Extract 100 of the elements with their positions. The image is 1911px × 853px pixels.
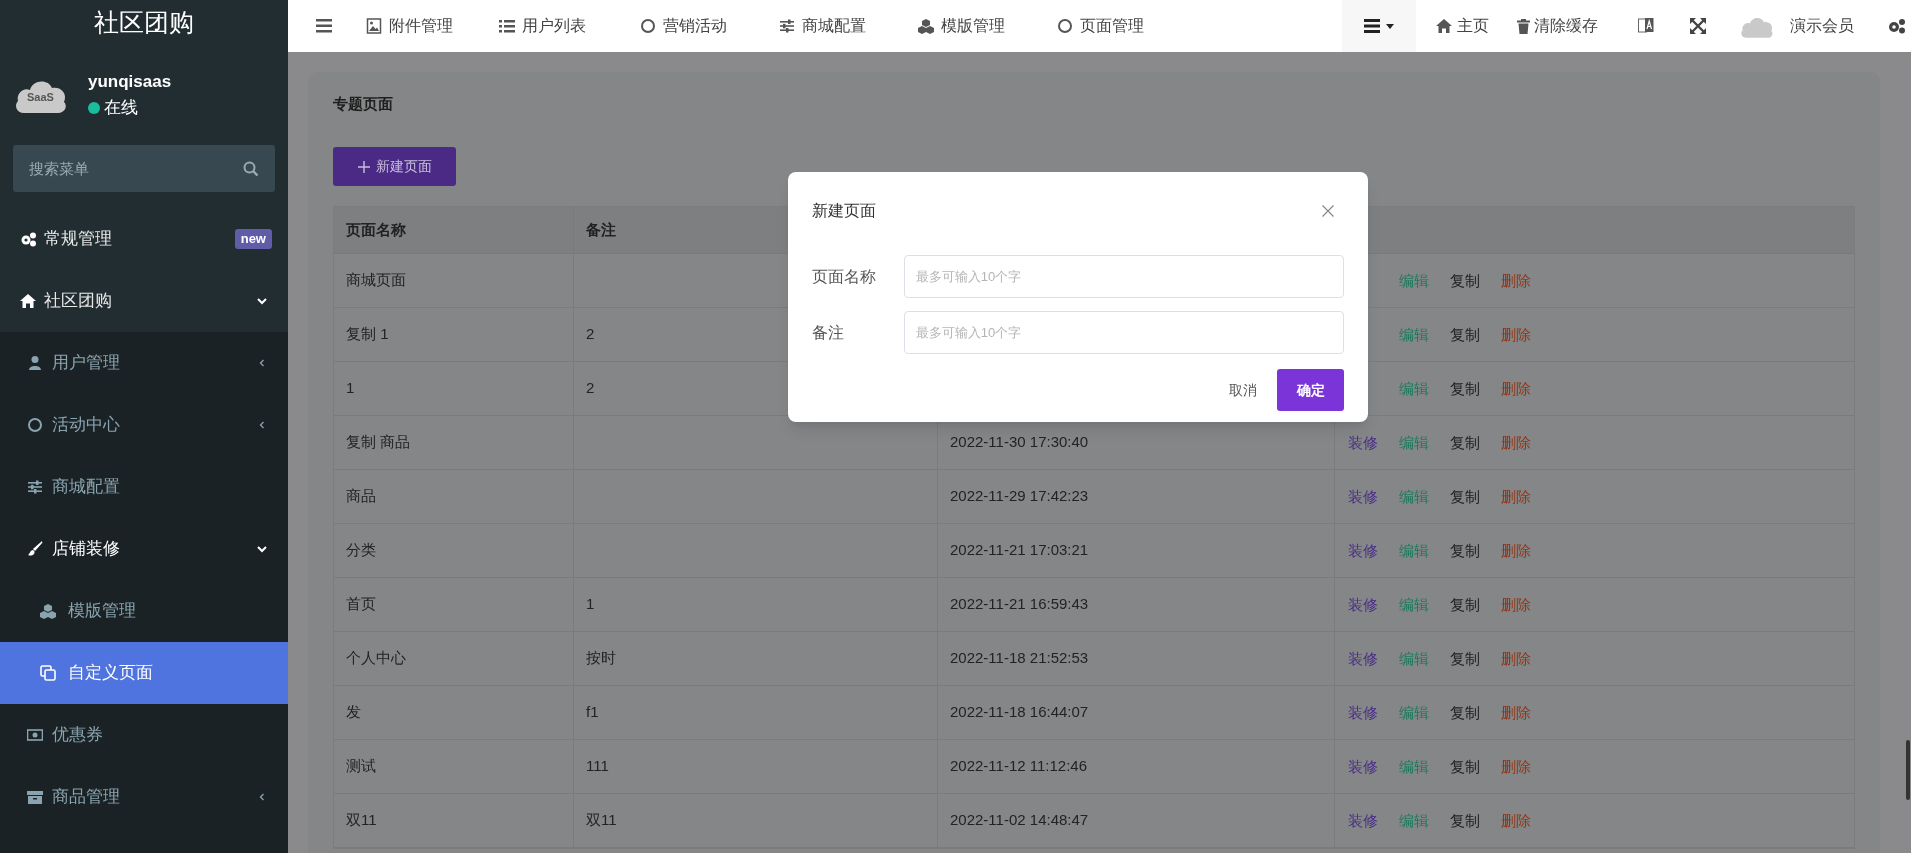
- confirm-button[interactable]: 确定: [1277, 369, 1344, 411]
- caret-icon: [1386, 23, 1394, 29]
- search-field[interactable]: 搜索菜单: [13, 145, 275, 192]
- chevron-down-icon: [256, 543, 268, 555]
- user-menu[interactable]: 演示会员: [1740, 0, 1854, 52]
- nav-link[interactable]: 商城配置: [767, 0, 878, 52]
- table-cell-text: 2022-11-18 21:52:53: [950, 648, 1089, 669]
- fullscreen-icon[interactable]: [1690, 18, 1706, 34]
- field-label: 页面名称: [812, 266, 877, 287]
- copy-link[interactable]: 复制: [1450, 811, 1480, 829]
- table-cell-text: 2022-11-21 16:59:43: [950, 594, 1089, 615]
- menu-item[interactable]: 模版管理: [0, 580, 288, 642]
- home-icon: [1436, 18, 1452, 34]
- table-cell-text: 双11: [346, 810, 377, 831]
- list-icon: [499, 18, 515, 34]
- menu-item[interactable]: 商品管理: [0, 766, 288, 828]
- input-field[interactable]: 最多可输入10个字: [903, 255, 1344, 298]
- menu-item[interactable]: 自定义页面: [0, 642, 288, 704]
- table-cell-text: 2022-11-30 17:30:40: [950, 432, 1089, 453]
- copy-link[interactable]: 复制: [1450, 595, 1480, 613]
- new-badge: new: [234, 229, 272, 249]
- stack-icon: [1364, 19, 1380, 33]
- copy-link[interactable]: 复制: [1450, 433, 1480, 451]
- menu-item[interactable]: 优惠券: [0, 704, 288, 766]
- copy-link[interactable]: 复制: [1450, 271, 1480, 289]
- table-cell-text: 2: [586, 378, 595, 399]
- circle-icon: [1057, 18, 1073, 34]
- user-icon: [27, 355, 43, 371]
- copy-link[interactable]: 复制: [1450, 703, 1480, 721]
- nav-link[interactable]: 附件管理: [354, 0, 465, 52]
- user-name: yunqisaas: [88, 70, 172, 93]
- menu-item[interactable]: 用户管理: [0, 332, 288, 394]
- circle-icon: [640, 18, 656, 34]
- table-cell-text: 复制 1: [346, 324, 389, 345]
- nav-link[interactable]: 模版管理: [906, 0, 1017, 52]
- table-cell-text: 商城页面: [346, 270, 406, 291]
- gears-icon: [20, 231, 36, 247]
- close-icon[interactable]: [1322, 205, 1334, 217]
- cubes-icon: [40, 603, 56, 619]
- status-text: 在线: [104, 96, 138, 119]
- image-icon: [366, 18, 382, 34]
- circle-icon: [27, 417, 43, 433]
- decorate-link[interactable]: 装修: [1348, 757, 1378, 775]
- table-cell-text: 1: [586, 594, 595, 615]
- table-cell-text: 个人中心: [346, 648, 406, 669]
- list-dropdown-button[interactable]: [1342, 0, 1416, 52]
- copy-link[interactable]: 复制: [1450, 325, 1480, 343]
- input-field[interactable]: 最多可输入10个字: [903, 311, 1344, 354]
- copy-link[interactable]: 复制: [1450, 487, 1480, 505]
- table-cell-text: 发: [346, 702, 361, 723]
- table-cell-text: 2022-11-18 16:44:07: [950, 702, 1089, 723]
- table-cell-text: 2: [586, 324, 595, 345]
- decorate-link[interactable]: 装修: [1348, 433, 1378, 451]
- decorate-link[interactable]: 装修: [1348, 703, 1378, 721]
- decorate-link[interactable]: 装修: [1348, 487, 1378, 505]
- cancel-button[interactable]: 取消: [1229, 379, 1257, 401]
- decorate-link[interactable]: 装修: [1348, 595, 1378, 613]
- menu-item[interactable]: 活动中心: [0, 394, 288, 456]
- home-link[interactable]: 主页: [1424, 0, 1501, 52]
- copy-icon: [40, 665, 56, 681]
- copy-link[interactable]: 复制: [1450, 757, 1480, 775]
- new-page-button[interactable]: 新建页面: [333, 147, 456, 186]
- banknote-icon: [27, 727, 43, 743]
- table-cell-text: 复制 商品: [346, 432, 411, 453]
- copy-link[interactable]: 复制: [1450, 379, 1480, 397]
- clear-cache-link[interactable]: 清除缓存: [1505, 0, 1610, 52]
- nav-link[interactable]: 用户列表: [487, 0, 598, 52]
- table-cell-text: 2022-11-21 17:03:21: [950, 540, 1089, 561]
- table-cell-text: 首页: [346, 594, 376, 615]
- copy-link[interactable]: 复制: [1450, 541, 1480, 559]
- settings-icon[interactable]: [1888, 18, 1906, 34]
- brush-icon: [27, 541, 43, 557]
- table-cell-text: 按时: [586, 648, 616, 669]
- search-icon[interactable]: [243, 161, 259, 177]
- scrollbar-thumb: [1906, 740, 1910, 800]
- sliders-icon: [779, 18, 795, 34]
- plus-icon: [357, 160, 370, 173]
- menu-item[interactable]: 店铺装修: [0, 518, 288, 580]
- table-cell-text: 1: [346, 378, 355, 399]
- column-header: 备注: [586, 219, 616, 240]
- decorate-link[interactable]: 装修: [1348, 649, 1378, 667]
- translate-icon[interactable]: [1638, 17, 1654, 35]
- table-cell-text: f1: [586, 702, 599, 723]
- sidebar-title: 社区团购: [94, 9, 194, 35]
- decorate-link[interactable]: 装修: [1348, 811, 1378, 829]
- archive-box-icon: [27, 789, 43, 805]
- menu-icon[interactable]: [316, 19, 332, 33]
- nav-link[interactable]: 页面管理: [1045, 0, 1156, 52]
- nav-link[interactable]: 营销活动: [628, 0, 739, 52]
- cubes-icon: [918, 18, 934, 34]
- table-cell-text: 2022-11-02 14:48:47: [950, 810, 1089, 831]
- field-label: 备注: [812, 322, 845, 343]
- dialog-title: 新建页面: [812, 201, 876, 221]
- user-name: 演示会员: [1790, 16, 1854, 36]
- table-cell-text: 分类: [346, 540, 376, 561]
- menu-item[interactable]: 商城配置: [0, 456, 288, 518]
- copy-link[interactable]: 复制: [1450, 649, 1480, 667]
- table-cell-text: 2022-11-12 11:12:46: [950, 756, 1088, 777]
- sliders-icon: [27, 479, 43, 495]
- decorate-link[interactable]: 装修: [1348, 541, 1378, 559]
